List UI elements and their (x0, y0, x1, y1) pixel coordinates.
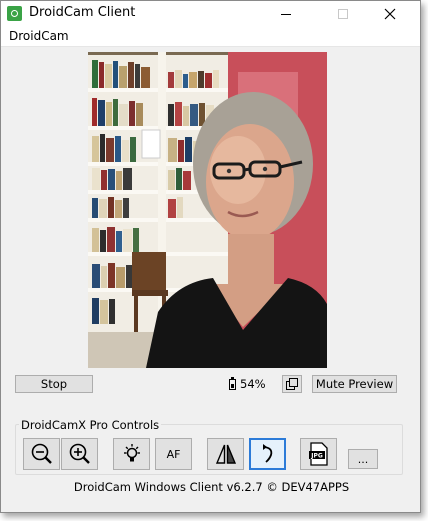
battery-status: 54% (229, 376, 266, 391)
menu-droidcam[interactable]: DroidCam (9, 29, 69, 43)
zoom-in-button[interactable] (61, 438, 98, 470)
rotate-button[interactable] (249, 438, 286, 470)
save-jpg-button[interactable]: JPG (300, 438, 337, 470)
close-button[interactable] (368, 1, 412, 27)
popout-icon (286, 378, 298, 390)
title-bar[interactable]: DroidCam Client (1, 1, 420, 27)
stop-button[interactable]: Stop (15, 375, 93, 393)
rotate-icon (262, 444, 272, 463)
svg-text:JPG: JPG (310, 453, 323, 460)
flash-light-button[interactable] (113, 438, 150, 470)
battery-percent: 54% (240, 377, 266, 391)
app-camera-icon (7, 6, 22, 21)
minimize-button[interactable] (264, 1, 308, 27)
jpg-file-icon: JPG (308, 442, 328, 466)
more-options-button[interactable]: ... (348, 449, 378, 469)
battery-icon (229, 376, 236, 390)
close-icon (384, 8, 396, 20)
camera-feed-image (88, 52, 327, 368)
maximize-icon (338, 9, 348, 19)
app-window: DroidCam Client DroidCam Stop 54% Mute P… (0, 0, 421, 513)
autofocus-button[interactable]: AF (155, 438, 192, 470)
window-title: DroidCam Client (29, 5, 136, 20)
zoom-in-icon (69, 443, 90, 464)
menu-bar: DroidCam (1, 27, 420, 47)
zoom-out-icon (31, 443, 52, 464)
flip-horizontal-button[interactable] (207, 438, 244, 470)
light-bulb-icon (123, 444, 140, 462)
mirror-flip-icon (215, 444, 236, 464)
mute-preview-button[interactable]: Mute Preview (312, 375, 397, 393)
footer-version: DroidCam Windows Client v6.2.7 © DEV47AP… (73, 480, 350, 494)
minimize-icon (281, 13, 291, 15)
popout-preview-button[interactable] (282, 375, 302, 393)
camera-preview (88, 52, 327, 368)
zoom-out-button[interactable] (23, 438, 60, 470)
pro-controls-label: DroidCamX Pro Controls (19, 418, 162, 432)
maximize-button[interactable] (321, 1, 365, 27)
